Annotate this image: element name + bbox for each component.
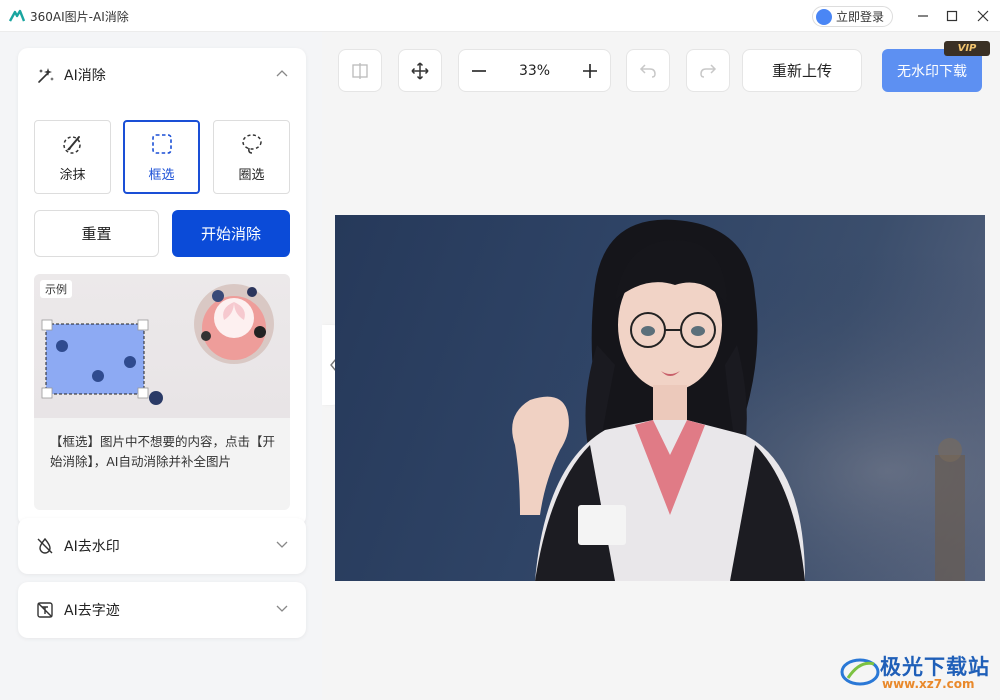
text-removal-card[interactable]: AI去字迹: [18, 582, 306, 638]
no-watermark-icon: [36, 536, 56, 556]
vip-badge: VIP: [944, 41, 990, 56]
redo-button[interactable]: [686, 49, 730, 92]
zoom-control: 33%: [458, 49, 611, 92]
lasso-icon: [241, 133, 262, 154]
erase-card-header[interactable]: AI消除: [18, 48, 306, 102]
watermark-card-header[interactable]: AI去水印: [18, 518, 306, 574]
close-button[interactable]: [972, 5, 994, 27]
reset-button[interactable]: 重置: [34, 210, 159, 257]
title-bar: 360AI图片-AI消除 立即登录: [0, 0, 1000, 32]
mode-rect-button[interactable]: 框选: [123, 120, 200, 194]
zoom-in-button[interactable]: [582, 63, 598, 79]
site-logo-icon: [840, 658, 880, 686]
dashed-rect-icon: [151, 133, 172, 154]
minimize-icon: [918, 15, 928, 17]
example-description: 【框选】图片中不想要的内容，点击【开始消除】，AI自动消除并补全图片: [50, 434, 276, 469]
chevron-down-icon: [276, 605, 288, 612]
magic-sparkle-icon: [36, 65, 56, 85]
start-erase-button[interactable]: 开始消除: [172, 210, 290, 257]
erase-card: AI消除 涂抹 框选 圈选 重置 开始消除 示例 【框选】图片中不想要的内容，点…: [18, 48, 306, 526]
reupload-button[interactable]: 重新上传: [742, 49, 862, 92]
watermark-card-title: AI去水印: [64, 539, 120, 555]
text-removal-card-title: AI去字迹: [64, 603, 120, 619]
move-button[interactable]: [398, 49, 442, 92]
example-tag: 示例: [40, 280, 72, 298]
left-panel: AI消除 涂抹 框选 圈选 重置 开始消除 示例 【框选】图片中不想要的内容，点…: [0, 32, 322, 700]
chevron-down-icon: [276, 541, 288, 548]
login-button[interactable]: 立即登录: [812, 6, 894, 27]
close-icon: [977, 10, 989, 22]
example-box: 示例 【框选】图片中不想要的内容，点击【开始消除】，AI自动消除并补全图片: [34, 274, 290, 510]
move-icon: [411, 61, 429, 80]
plus-icon: [583, 63, 597, 78]
no-text-icon: [36, 600, 56, 620]
undo-icon: [639, 63, 656, 78]
undo-button[interactable]: [626, 49, 670, 92]
mode-brush-label: 涂抹: [59, 167, 86, 183]
brush-icon: [62, 135, 81, 154]
mode-rect-label: 框选: [148, 167, 175, 183]
avatar: [816, 8, 832, 25]
minus-icon: [472, 69, 486, 72]
login-label: 立即登录: [836, 10, 885, 24]
zoom-level: 33%: [518, 62, 551, 79]
edited-photo[interactable]: [335, 215, 985, 581]
text-removal-card-header[interactable]: AI去字迹: [18, 582, 306, 638]
mode-lasso-button[interactable]: 圈选: [213, 120, 290, 194]
chevron-up-icon: [276, 70, 288, 77]
reupload-label: 重新上传: [771, 62, 832, 80]
compare-button[interactable]: [338, 49, 382, 92]
mode-lasso-label: 圈选: [238, 167, 265, 183]
mode-brush-button[interactable]: 涂抹: [34, 120, 111, 194]
zoom-out-button[interactable]: [471, 63, 487, 79]
redo-icon: [700, 63, 717, 78]
app-logo-icon: [9, 9, 25, 22]
maximize-button[interactable]: [941, 5, 963, 27]
watermark-card[interactable]: AI去水印: [18, 518, 306, 574]
minimize-button[interactable]: [912, 5, 934, 27]
maximize-icon: [946, 10, 958, 22]
erase-card-title: AI消除: [64, 68, 106, 84]
example-image: 示例: [34, 274, 290, 418]
app-title: 360AI图片-AI消除: [30, 10, 129, 24]
compare-icon: [352, 62, 368, 79]
site-watermark-url: www.xz7.com: [882, 677, 975, 691]
